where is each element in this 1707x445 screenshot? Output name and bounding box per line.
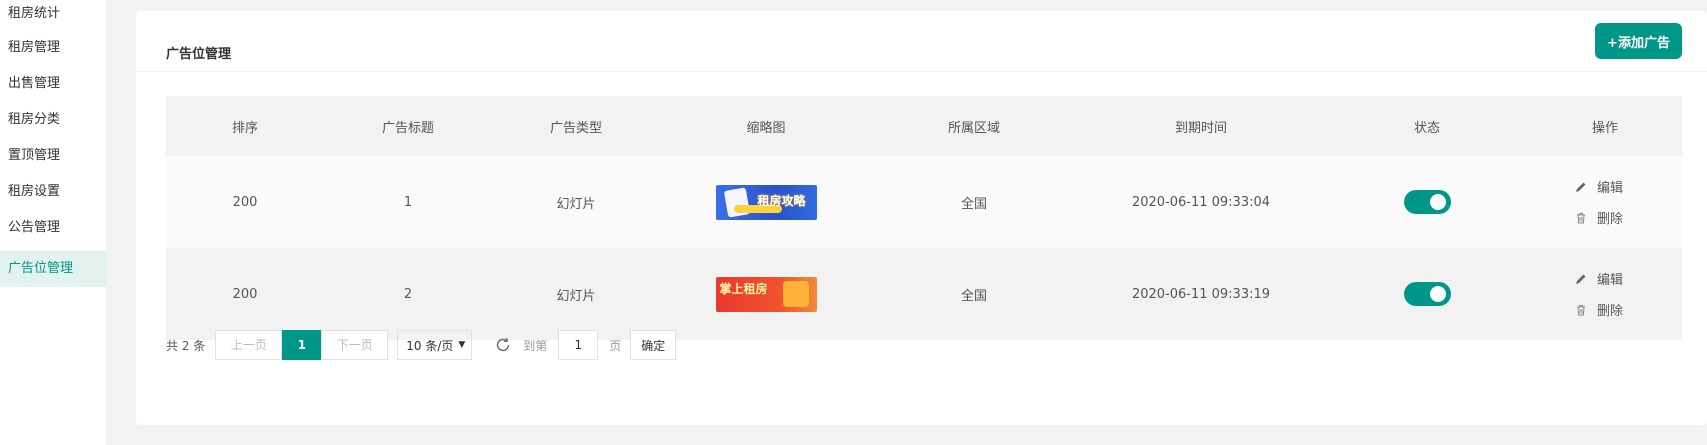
cell-status bbox=[1326, 190, 1528, 214]
edit-label: 编辑 bbox=[1597, 273, 1624, 288]
cell-thumbnail: 租房攻略 bbox=[660, 184, 872, 220]
sidebar-menu: 租房统计 租房管理 出售管理 租房分类 置顶管理 租房设置 公告管理 广告位管理 bbox=[0, 0, 106, 287]
thumbnail-caption: 掌上租房 bbox=[719, 281, 768, 296]
thumbnail-caption: 租房攻略 bbox=[757, 193, 806, 208]
status-toggle[interactable] bbox=[1403, 282, 1451, 306]
house-graphic bbox=[782, 280, 809, 307]
sidebar-item-sale-manage[interactable]: 出售管理 bbox=[0, 64, 106, 100]
card-header: 广告位管理 +添加广告 bbox=[136, 11, 1707, 72]
toggle-knob bbox=[1429, 194, 1446, 210]
sidebar-item-rent-settings[interactable]: 租房设置 bbox=[0, 172, 106, 208]
sidebar-item-top-manage[interactable]: 置顶管理 bbox=[0, 136, 106, 172]
table-header: 排序 广告标题 广告类型 缩略图 所属区域 到期时间 状态 操作 bbox=[166, 96, 1682, 156]
page-size-value: 10 条/页 bbox=[406, 338, 454, 353]
actions-group: 编辑 删除 bbox=[1528, 269, 1682, 319]
cell-region: 全国 bbox=[960, 196, 987, 212]
cell-region: 全国 bbox=[960, 288, 987, 304]
cell-thumbnail: 掌上租房 bbox=[660, 276, 872, 312]
actions-group: 编辑 删除 bbox=[1528, 177, 1682, 227]
goto-page-input[interactable] bbox=[558, 330, 599, 360]
ad-thumbnail-image[interactable]: 掌上租房 bbox=[715, 276, 817, 312]
sidebar-item-rent-category[interactable]: 租房分类 bbox=[0, 100, 106, 136]
cell-sort: 200 bbox=[232, 194, 258, 210]
ad-management-card: 广告位管理 +添加广告 排序 广告标题 广告类型 缩略图 所属区域 到期时间 状… bbox=[136, 11, 1707, 425]
trash-icon bbox=[1577, 304, 1585, 315]
sidebar-item-ad-manage[interactable]: 广告位管理 bbox=[0, 251, 106, 287]
total-count: 共 2 条 bbox=[166, 338, 206, 353]
pencil-icon bbox=[1576, 182, 1586, 192]
cell-actions: 编辑 删除 bbox=[1528, 269, 1682, 319]
sidebar-item-rent-stats[interactable]: 租房统计 bbox=[0, 0, 106, 28]
cell-type: 幻灯片 bbox=[556, 196, 596, 212]
cell-status bbox=[1326, 282, 1528, 306]
dropdown-arrow-icon: ▼ bbox=[458, 340, 466, 350]
delete-label: 删除 bbox=[1597, 304, 1624, 319]
cell-title: 1 bbox=[403, 194, 413, 210]
ad-table: 排序 广告标题 广告类型 缩略图 所属区域 到期时间 状态 操作 200 1 幻… bbox=[166, 96, 1682, 340]
sidebar: 租房统计 租房管理 出售管理 租房分类 置顶管理 租房设置 公告管理 广告位管理 bbox=[0, 0, 106, 445]
edit-button[interactable]: 编辑 bbox=[1574, 269, 1623, 288]
delete-button[interactable]: 删除 bbox=[1574, 300, 1623, 319]
column-header-sort: 排序 bbox=[231, 120, 258, 136]
page-title: 广告位管理 bbox=[166, 47, 232, 62]
edit-label: 编辑 bbox=[1597, 181, 1624, 196]
toggle-knob bbox=[1429, 286, 1446, 302]
cell-expires: 2020-06-11 09:33:04 bbox=[1131, 194, 1271, 210]
column-header-region: 所属区域 bbox=[947, 120, 1000, 136]
delete-label: 删除 bbox=[1597, 212, 1624, 227]
cell-sort: 200 bbox=[232, 286, 258, 302]
cell-title: 2 bbox=[403, 286, 413, 302]
prev-page-button[interactable]: 上一页 bbox=[215, 330, 283, 360]
goto-label: 到第 bbox=[523, 338, 548, 353]
clipboard-graphic bbox=[723, 186, 750, 218]
table-row: 200 1 幻灯片 租房攻略 全国 2020-06-11 09:33:04 编辑… bbox=[166, 156, 1682, 248]
table-row: 200 2 幻灯片 掌上租房 全国 2020-06-11 09:33:19 编辑 bbox=[166, 248, 1682, 340]
column-header-actions: 操作 bbox=[1591, 120, 1618, 136]
pencil-icon bbox=[1576, 274, 1586, 284]
refresh-icon[interactable] bbox=[494, 336, 512, 354]
page-size-select[interactable]: 10 条/页 ▼ bbox=[397, 330, 473, 360]
cell-expires: 2020-06-11 09:33:19 bbox=[1131, 286, 1271, 302]
column-header-status: 状态 bbox=[1413, 120, 1440, 136]
pagination: 共 2 条 上一页 1 下一页 10 条/页 ▼ 到第 页 确定 bbox=[166, 330, 677, 360]
confirm-goto-button[interactable]: 确定 bbox=[630, 330, 677, 360]
status-toggle[interactable] bbox=[1403, 190, 1451, 214]
column-header-title: 广告标题 bbox=[381, 120, 434, 136]
column-header-thumbnail: 缩略图 bbox=[746, 120, 786, 136]
sidebar-item-rent-manage[interactable]: 租房管理 bbox=[0, 28, 106, 64]
column-header-type: 广告类型 bbox=[549, 120, 602, 136]
column-header-expires: 到期时间 bbox=[1174, 120, 1227, 136]
cell-type: 幻灯片 bbox=[556, 288, 596, 304]
sidebar-item-notice-manage[interactable]: 公告管理 bbox=[0, 208, 106, 244]
cell-actions: 编辑 删除 bbox=[1528, 177, 1682, 227]
edit-button[interactable]: 编辑 bbox=[1574, 177, 1623, 196]
next-page-button[interactable]: 下一页 bbox=[321, 330, 389, 360]
page-unit-label: 页 bbox=[609, 338, 622, 353]
add-ad-button[interactable]: +添加广告 bbox=[1595, 23, 1682, 59]
ad-thumbnail-image[interactable]: 租房攻略 bbox=[715, 184, 817, 220]
delete-button[interactable]: 删除 bbox=[1574, 208, 1623, 227]
trash-icon bbox=[1577, 212, 1585, 223]
current-page-button[interactable]: 1 bbox=[282, 330, 322, 360]
